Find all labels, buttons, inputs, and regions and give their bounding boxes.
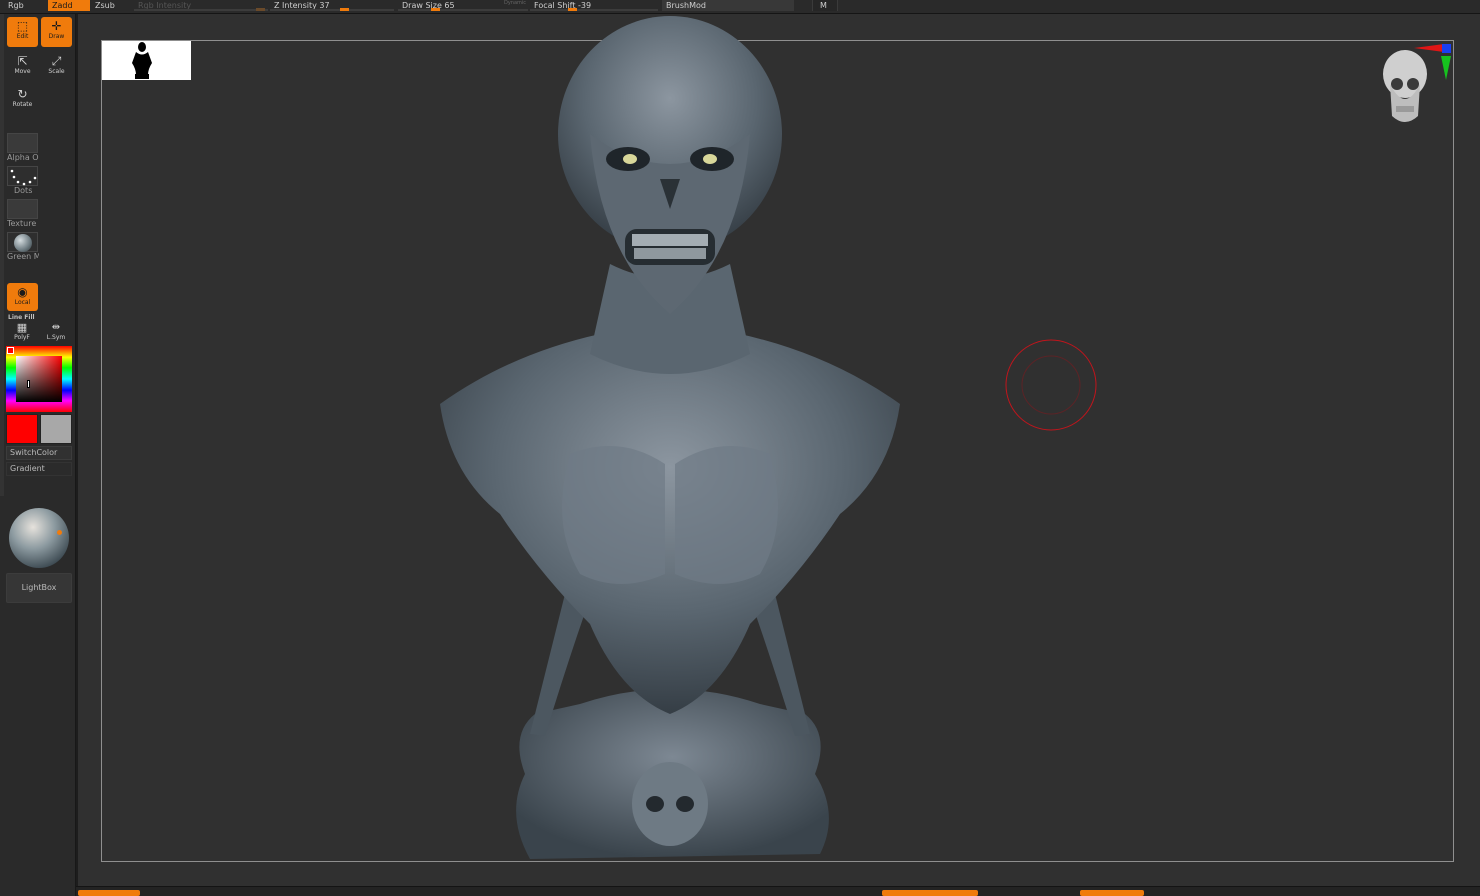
polyf-label: PolyF [14, 334, 30, 341]
brush-cursor [1005, 339, 1097, 431]
slider-track [530, 9, 658, 11]
rotate-button[interactable]: ↻ Rotate [7, 85, 38, 111]
gradient-button[interactable]: Gradient [6, 462, 72, 476]
bottom-tray [76, 886, 1480, 896]
slider-track [134, 9, 268, 11]
sculpt-model[interactable] [420, 14, 920, 884]
rgb-button[interactable]: Rgb [4, 0, 44, 11]
light-sphere[interactable] [9, 508, 69, 568]
brushmod-field[interactable]: BrushMod [662, 0, 794, 11]
bottom-tab-2[interactable] [882, 890, 978, 896]
color-picker-cursor[interactable] [27, 380, 30, 388]
secondary-color-swatch[interactable] [40, 414, 72, 444]
bottom-tab-3[interactable] [1080, 890, 1144, 896]
polyf-button[interactable]: ▦ PolyF [8, 320, 36, 342]
scale-icon: ⤢ [51, 54, 62, 68]
main-color-swatch[interactable] [6, 414, 38, 444]
lsym-button[interactable]: ⇹ L.Sym [41, 320, 71, 342]
draw-button[interactable]: ✛ Draw [41, 17, 72, 47]
color-picker-square[interactable] [16, 356, 62, 402]
draw-icon: ✛ [51, 19, 62, 33]
z-intensity-slider[interactable]: Z Intensity 37 [270, 0, 394, 11]
rgb-intensity-slider[interactable]: Rgb Intensity [134, 0, 268, 11]
zadd-label: Zadd [52, 1, 73, 10]
document-canvas[interactable] [78, 14, 1480, 886]
rotate-label: Rotate [12, 101, 33, 108]
draw-label: Draw [48, 33, 65, 40]
zsub-label: Zsub [95, 1, 115, 10]
scale-label: Scale [48, 68, 65, 75]
local-label: Local [14, 299, 31, 306]
navigation-skull-icon[interactable] [1378, 44, 1458, 134]
top-toolbar: Rgb Zadd Zsub Rgb Intensity Z Intensity … [0, 0, 1480, 14]
slider-knob[interactable] [340, 8, 349, 11]
light-position-dot[interactable] [57, 530, 62, 535]
dynamic-toggle[interactable]: Dynamic [500, 0, 530, 11]
move-icon: ⇱ [17, 54, 28, 68]
alpha-label: Alpha O [7, 153, 39, 162]
color-picker-corner [7, 347, 14, 354]
stroke-slot[interactable] [7, 166, 38, 186]
move-label: Move [14, 68, 31, 75]
dynamic-label: Dynamic [504, 0, 527, 6]
rotate-icon: ↻ [17, 87, 28, 101]
bottom-tab-1[interactable] [78, 890, 140, 896]
symmetry-icon: ⇹ [51, 322, 61, 333]
m-button[interactable]: M [812, 0, 838, 11]
navigation-thumbnail[interactable] [102, 41, 191, 80]
scale-button[interactable]: ⤢ Scale [41, 52, 72, 78]
zsub-button[interactable]: Zsub [91, 0, 131, 11]
texture-slot[interactable] [7, 199, 38, 219]
grid-icon: ▦ [16, 321, 28, 334]
local-icon: ◉ [17, 285, 28, 299]
material-sphere-icon [14, 234, 32, 252]
material-slot[interactable] [7, 232, 38, 252]
local-button[interactable]: ◉ Local [7, 283, 38, 311]
stroke-label: Dots [14, 186, 33, 195]
slider-knob[interactable] [431, 8, 440, 11]
left-shelf-edge [0, 14, 4, 496]
slider-track [270, 9, 394, 11]
bust-silhouette-icon [132, 42, 152, 79]
brushmod-label: BrushMod [666, 1, 706, 10]
edit-icon: ⬚ [16, 19, 29, 33]
slider-knob[interactable] [256, 8, 265, 11]
slider-knob[interactable] [568, 8, 577, 11]
edit-label: Edit [16, 33, 29, 40]
zadd-button[interactable]: Zadd [48, 0, 90, 11]
lsym-label: L.Sym [46, 334, 66, 341]
texture-label: Texture [7, 219, 37, 228]
m-label: M [820, 1, 827, 10]
alpha-slot[interactable] [7, 133, 38, 153]
color-picker[interactable] [6, 346, 72, 412]
lightbox-button[interactable]: LightBox [6, 573, 72, 603]
edit-button[interactable]: ⬚ Edit [7, 17, 38, 47]
focal-shift-slider[interactable]: Focal Shift -39 [530, 0, 658, 11]
switchcolor-button[interactable]: SwitchColor [6, 446, 72, 460]
move-button[interactable]: ⇱ Move [7, 52, 38, 78]
material-label: Green M [7, 252, 39, 261]
dots-stroke-icon [10, 169, 37, 186]
rgb-label: Rgb [8, 1, 24, 10]
